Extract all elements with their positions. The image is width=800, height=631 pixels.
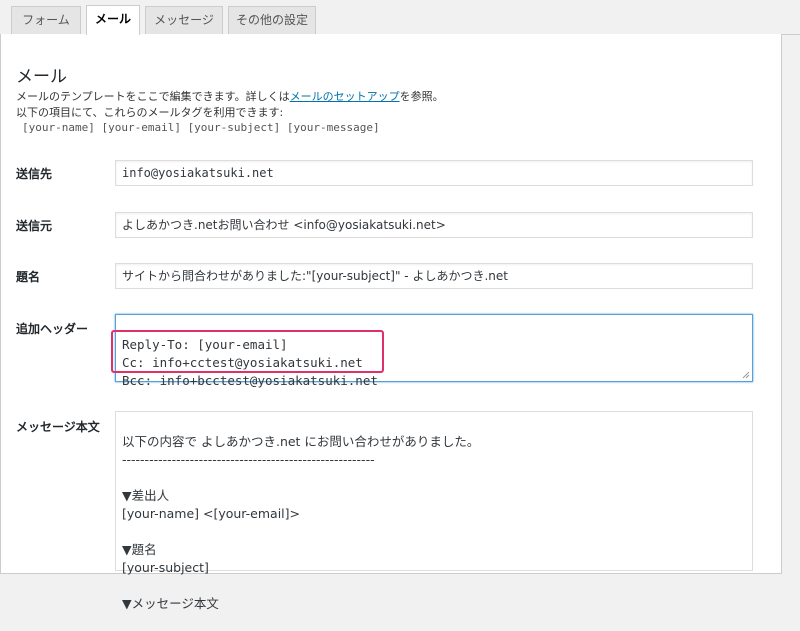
tab-bar: フォーム メール メッセージ その他の設定 [0, 0, 800, 35]
message-body-textarea[interactable]: 以下の内容で よしあかつき.net にお問い合わせがありました。 --------… [115, 411, 753, 611]
cc-bcc-highlight [111, 330, 384, 373]
tab-other-settings[interactable]: その他の設定 [228, 6, 316, 34]
body-line: ▼メッセージ本文 [122, 596, 219, 611]
additional-headers-label: 追加ヘッダー [16, 322, 89, 336]
body-line [122, 577, 746, 595]
tab-messages[interactable]: メッセージ [145, 6, 223, 34]
body-line: 以下の内容で よしあかつき.net にお問い合わせがありました。 [122, 434, 480, 449]
subject-label: 題名 [16, 270, 41, 284]
body-line: ▼差出人 [122, 488, 170, 503]
resize-handle-icon[interactable] [742, 371, 750, 379]
description-text: メールのテンプレートをここで編集できます。詳しくは [16, 90, 290, 103]
section-description: メールのテンプレートをここで編集できます。詳しくはメールのセットアップを参照。 [16, 88, 444, 104]
section-title: メール [16, 67, 67, 87]
message-body-label: メッセージ本文 [16, 420, 100, 434]
from-input[interactable]: よしあかつき.netお問い合わせ <info@yosiakatsuki.net> [115, 212, 753, 238]
tab-mail[interactable]: メール [86, 5, 140, 35]
body-line: [your-name] <[your-email]> [122, 506, 300, 521]
mail-tags-intro: 以下の項目にて、これらのメールタグを利用できます: [16, 106, 284, 119]
body-line [122, 469, 746, 487]
mail-setup-link[interactable]: メールのセットアップ [290, 90, 400, 103]
from-label: 送信元 [16, 219, 53, 233]
to-input[interactable]: info@yosiakatsuki.net [115, 160, 753, 186]
body-line: ----------------------------------------… [122, 452, 375, 467]
tab-form[interactable]: フォーム [11, 6, 81, 34]
subject-input[interactable]: サイトから問合わせがありました:"[your-subject]" - よしあかつ… [115, 263, 753, 289]
to-label: 送信先 [16, 167, 53, 181]
header-line-bcc: Bcc: info+bcctest@yosiakatsuki.net [122, 373, 378, 388]
body-line: ▼題名 [122, 542, 157, 557]
description-text-end: を参照。 [399, 90, 444, 103]
mail-tags-list: [your-name] [your-email] [your-subject] … [22, 121, 380, 134]
body-line [122, 523, 746, 541]
